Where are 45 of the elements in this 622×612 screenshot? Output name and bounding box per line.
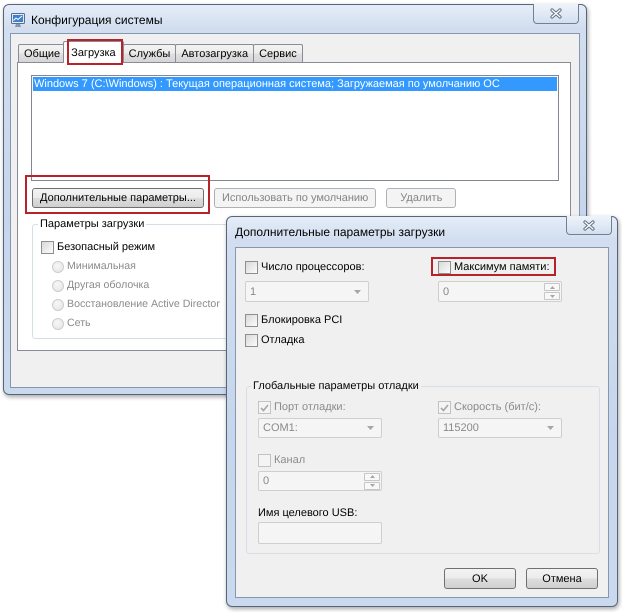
tab[interactable]: Автозагрузка bbox=[175, 44, 254, 62]
tab[interactable]: Загрузка bbox=[63, 41, 124, 63]
caret-up-icon bbox=[370, 475, 374, 478]
checkbox[interactable] bbox=[245, 314, 258, 327]
checkmark-icon bbox=[260, 404, 269, 412]
close-icon bbox=[583, 220, 595, 230]
caret-down-icon bbox=[550, 294, 554, 298]
checkbox[interactable] bbox=[245, 261, 258, 274]
field-label: Имя целевого USB: bbox=[258, 506, 358, 521]
checkbox[interactable] bbox=[245, 334, 258, 347]
checkbox-label: Порт отладки: bbox=[274, 400, 346, 415]
window-title: Дополнительные параметры загрузки bbox=[235, 224, 446, 240]
group-title: Глобальные параметры отладки bbox=[252, 379, 420, 393]
checkbox-label: Число процессоров: bbox=[261, 260, 365, 275]
checkbox-label: Блокировка PCI bbox=[261, 313, 342, 328]
radio-label: Минимальная bbox=[67, 259, 136, 274]
close-button[interactable] bbox=[533, 4, 579, 24]
close-button[interactable] bbox=[566, 216, 612, 235]
list-box[interactable]: Windows 7 (C:\Windows) : Текущая операционная система; Загружаемая по умолчанию ОС bbox=[31, 75, 559, 181]
checkbox-label: Безопасный режим bbox=[57, 240, 156, 255]
advanced-options-button[interactable]: Дополнительные параметры... bbox=[32, 188, 204, 208]
ok-button[interactable]: OK bbox=[444, 568, 516, 589]
radio-label: Восстановление Active Director bbox=[67, 297, 220, 312]
caret-down-icon bbox=[367, 426, 374, 430]
checkbox[interactable] bbox=[41, 241, 54, 254]
list-item[interactable]: Windows 7 (C:\Windows) : Текущая операционная система; Загружаемая по умолчанию ОС bbox=[33, 77, 557, 91]
checkbox[interactable] bbox=[438, 261, 451, 274]
group-title: Параметры загрузки bbox=[39, 217, 146, 231]
checkbox-label: Отладка bbox=[261, 333, 304, 348]
caret-down-icon bbox=[370, 484, 374, 487]
caret-down-icon bbox=[354, 290, 361, 294]
checkbox-label: Максимум памяти: bbox=[454, 260, 550, 275]
tab[interactable]: Сервис bbox=[253, 44, 303, 62]
checkbox-label: Скорость (бит/с): bbox=[454, 400, 541, 415]
caret-down-icon bbox=[547, 426, 554, 430]
radio-label: Другая оболочка bbox=[67, 278, 150, 293]
tab[interactable]: Службы bbox=[122, 44, 176, 62]
checkbox-label: Канал bbox=[274, 453, 306, 468]
monitor-icon bbox=[10, 12, 26, 28]
caret-up-icon bbox=[550, 286, 554, 288]
checkmark-icon bbox=[440, 404, 449, 412]
cancel-button[interactable]: Отмена bbox=[526, 568, 598, 589]
window-title: Конфигурация системы bbox=[31, 12, 162, 28]
radio-label: Сеть bbox=[67, 316, 91, 331]
close-icon bbox=[550, 8, 562, 19]
